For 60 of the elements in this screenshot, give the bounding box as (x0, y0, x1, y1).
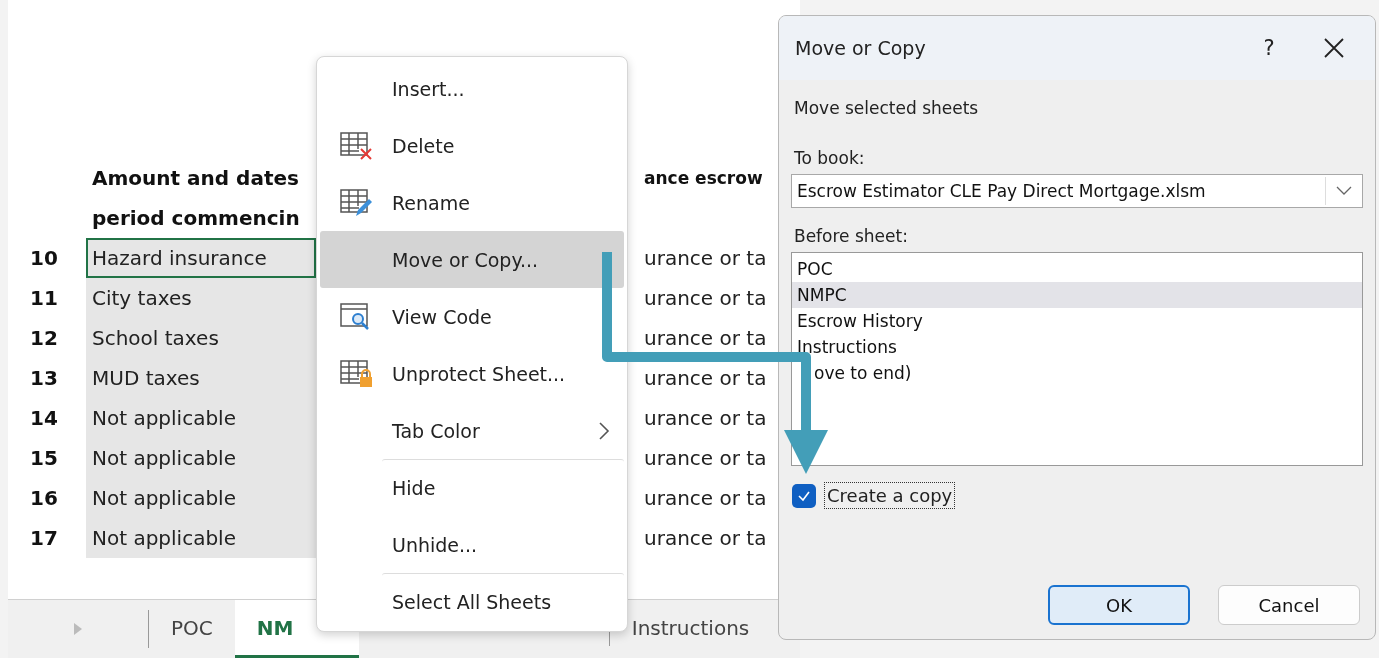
lock-sheet-icon (339, 359, 373, 389)
table-cell[interactable]: Not applicable (86, 438, 316, 478)
row-number: 15 (30, 446, 59, 470)
list-item[interactable]: Escrow History (792, 308, 923, 334)
list-item[interactable]: POC (792, 256, 833, 282)
checkbox-label[interactable]: Create a copy (824, 482, 956, 509)
menu-item[interactable]: Move or Copy... (320, 231, 624, 288)
menu-item[interactable]: Unprotect Sheet... (320, 345, 624, 402)
list-item[interactable]: ove to end) (814, 360, 912, 386)
check-icon (797, 489, 811, 502)
table-cell[interactable]: Not applicable (86, 398, 316, 438)
delete-sheet-icon (339, 131, 373, 161)
menu-item[interactable]: Tab Color (320, 402, 624, 459)
field-label: Before sheet: (794, 226, 909, 246)
sheet-tab[interactable]: POC (149, 600, 235, 658)
close-icon (1323, 37, 1345, 59)
column-heading: Amount and dates (91, 166, 300, 190)
table-cell[interactable]: Hazard insurance (86, 238, 316, 278)
checkbox[interactable] (792, 483, 816, 508)
menu-item[interactable]: Insert... (320, 60, 624, 117)
field-label: To book: (794, 148, 866, 168)
menu-item[interactable]: Unhide... (320, 516, 624, 573)
table-cell[interactable]: School taxes (86, 318, 316, 358)
dialog-title: Move or Copy (795, 37, 927, 59)
menu-item[interactable]: Delete (320, 117, 624, 174)
table-cell-text: urance or ta (644, 246, 768, 270)
row-number: 11 (30, 286, 59, 310)
dialog-message: Move selected sheets (794, 98, 980, 118)
row-number: 12 (30, 326, 59, 350)
menu-item[interactable]: View Code (320, 288, 624, 345)
rename-sheet-icon (339, 188, 373, 218)
chevron-right-icon (598, 421, 610, 441)
table-cell-text: urance or ta (644, 326, 768, 350)
ok-button[interactable]: OK (1048, 585, 1190, 625)
table-cell-text: urance or ta (644, 446, 768, 470)
column-heading: ance escrow (644, 168, 764, 188)
row-number: 17 (30, 526, 59, 550)
menu-item[interactable]: Select All Sheets (382, 573, 624, 630)
row-number: 10 (30, 246, 59, 270)
help-button[interactable]: ? (1239, 36, 1299, 60)
row-number: 13 (30, 366, 59, 390)
table-cell[interactable]: City taxes (86, 278, 316, 318)
table-cell-text: urance or ta (644, 486, 768, 510)
column-heading: period commencin (91, 206, 301, 230)
table-cell[interactable]: Not applicable (86, 518, 316, 558)
row-number: 14 (30, 406, 59, 430)
table-cell[interactable]: Not applicable (86, 478, 316, 518)
chevron-down-icon (1336, 186, 1352, 196)
table-cell-text: urance or ta (644, 406, 768, 430)
menu-item[interactable]: Rename (320, 174, 624, 231)
table-cell[interactable]: MUD taxes (86, 358, 316, 398)
cancel-button[interactable]: Cancel (1218, 585, 1360, 625)
table-cell-text: urance or ta (644, 366, 768, 390)
list-item[interactable]: NMPC (792, 282, 1362, 308)
list-item[interactable]: Instructions (792, 334, 897, 360)
menu-item[interactable]: Hide (382, 459, 624, 516)
table-cell-text: urance or ta (644, 526, 768, 550)
table-cell-text: urance or ta (644, 286, 768, 310)
book-dropdown[interactable]: Escrow Estimator CLE Pay Direct Mortgage.xlsm (791, 174, 1363, 208)
row-number: 16 (30, 486, 59, 510)
